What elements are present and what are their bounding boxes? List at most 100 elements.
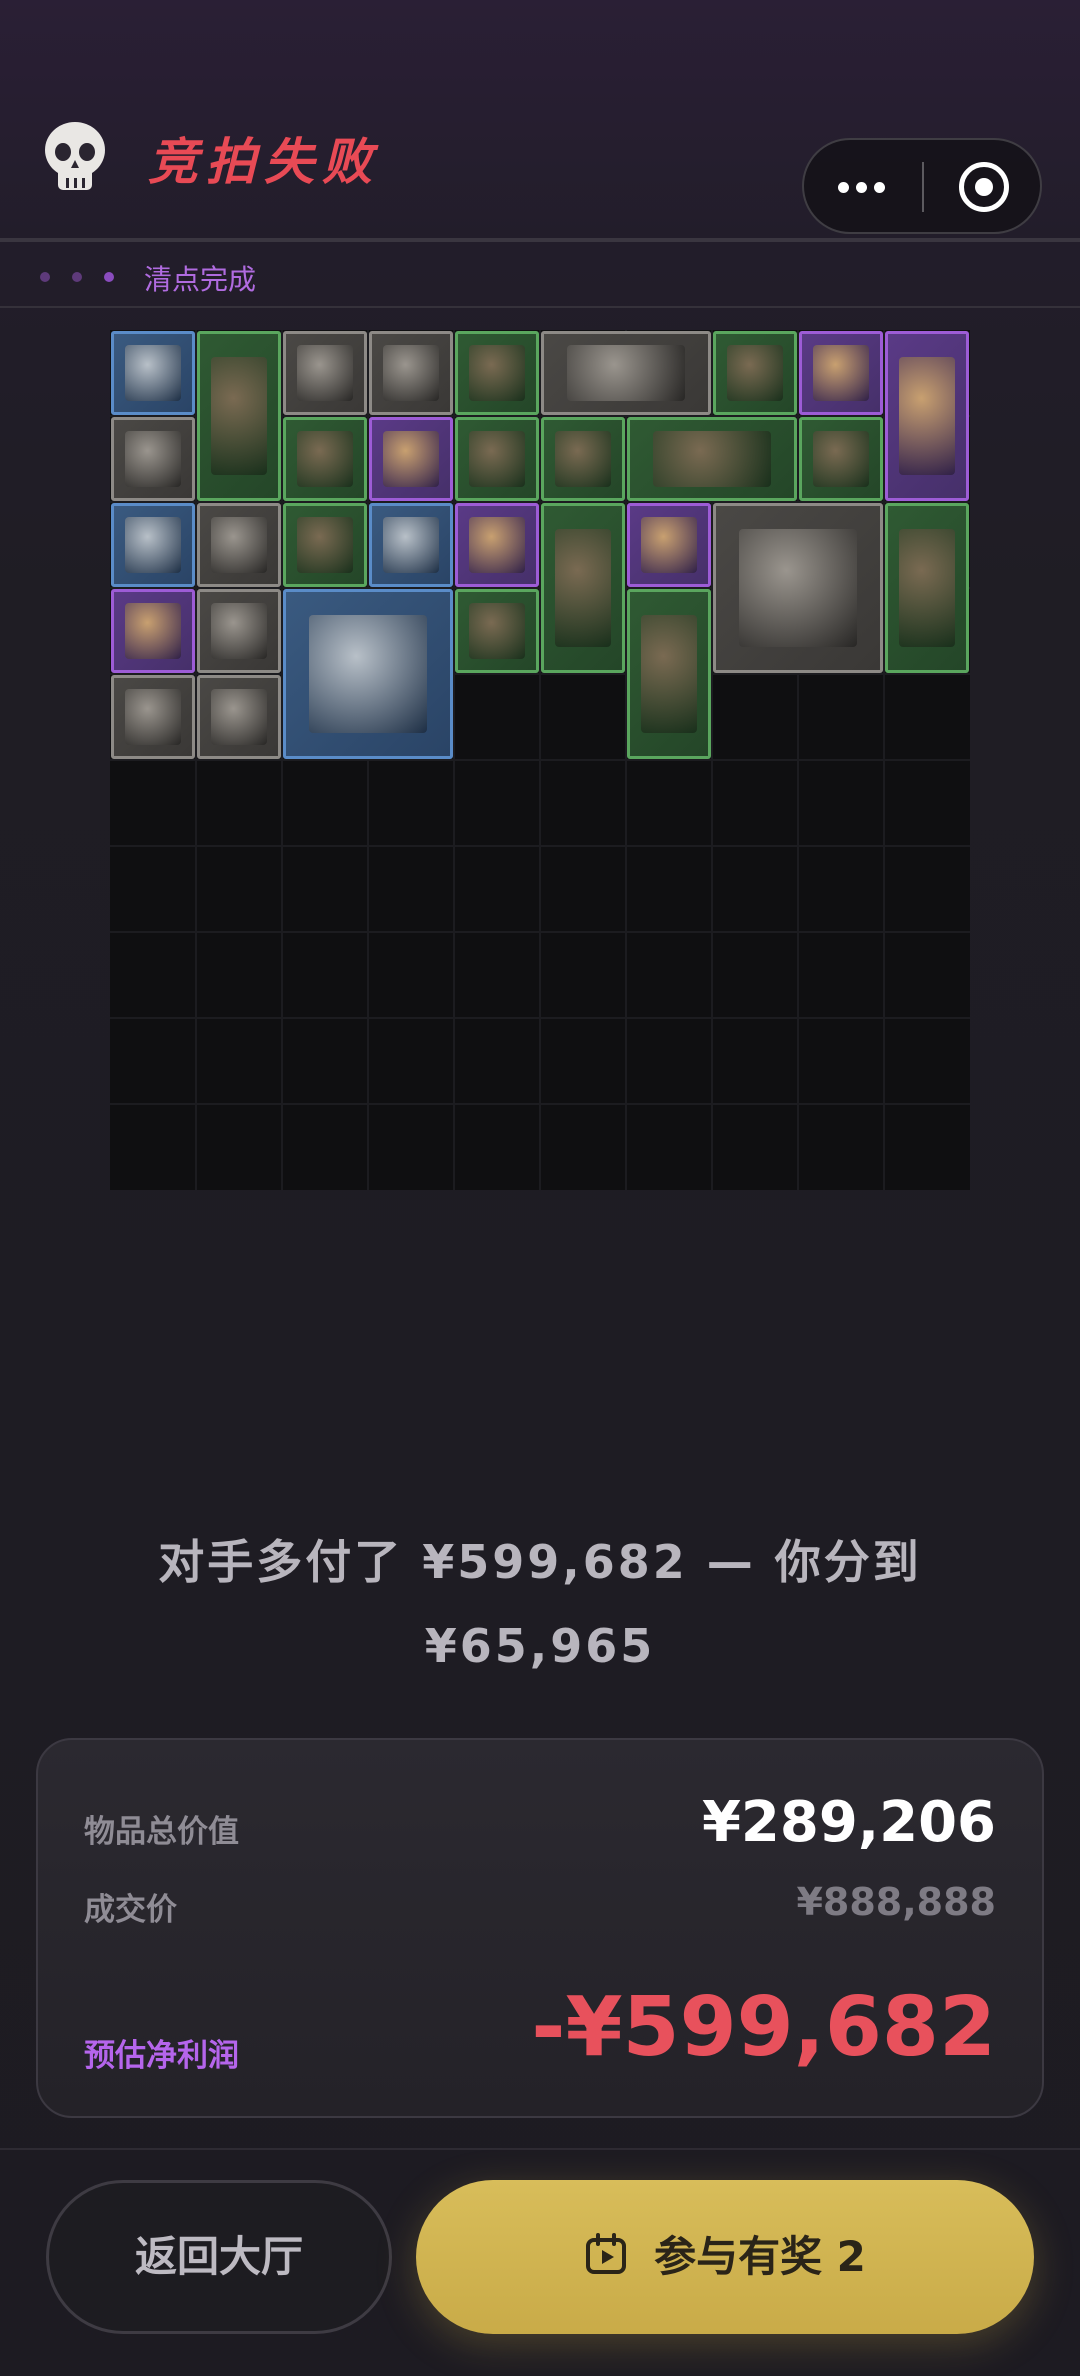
- soda-can-icon: [812, 344, 870, 402]
- magazine-icon: [308, 614, 428, 734]
- tweezers-icon: [296, 430, 354, 488]
- summary-line-2: ¥65,965: [424, 1619, 656, 1673]
- status-label: 清点完成: [144, 263, 257, 296]
- iv-bag-icon: [468, 602, 526, 660]
- inventory-item-carabiner-flashlight[interactable]: [111, 503, 195, 587]
- total-value-label: 物品总价值: [84, 1814, 239, 1850]
- inventory-item-playing-card-spades[interactable]: [197, 589, 281, 673]
- glass-tube-icon: [652, 430, 772, 488]
- capsule-divider: [922, 162, 924, 212]
- more-menu-button[interactable]: [804, 140, 922, 232]
- tweezers-icon: [554, 430, 612, 488]
- join-reward-button[interactable]: 参与有奖 2: [416, 2180, 1034, 2334]
- grid-line: [110, 759, 970, 761]
- header-divider: [0, 238, 1080, 242]
- tube-icon: [640, 516, 698, 574]
- circuit-board-icon: [812, 430, 870, 488]
- inventory-item-computer-mouse[interactable]: [111, 417, 195, 501]
- playing-card-diamonds-icon: [210, 516, 268, 574]
- inventory-item-tweezers[interactable]: [541, 417, 625, 501]
- close-target-button[interactable]: [959, 162, 1009, 212]
- inventory-item-playing-card-diamonds[interactable]: [197, 503, 281, 587]
- footer-divider: [0, 2148, 1080, 2150]
- inventory-item-newspaper[interactable]: [541, 331, 711, 415]
- inventory-item-magazine[interactable]: [283, 589, 453, 759]
- candles-box-icon: [738, 528, 858, 648]
- status-dot: [104, 272, 114, 282]
- inventory-item-metal-plate[interactable]: [369, 503, 453, 587]
- grid-line: [110, 1103, 970, 1105]
- net-profit-label: 预估净利润: [84, 2038, 239, 2074]
- coffee-jar-icon: [468, 430, 526, 488]
- inventory-item-circuit-board[interactable]: [369, 417, 453, 501]
- net-profit-value: -¥599,682: [531, 1980, 996, 2075]
- inventory-item-food-package[interactable]: [197, 675, 281, 759]
- circuit-board-icon: [382, 430, 440, 488]
- inventory-item-blade[interactable]: [455, 503, 539, 587]
- calendar-play-icon: [586, 2232, 627, 2274]
- inventory-item-coffee-bag[interactable]: [627, 589, 711, 759]
- more-dots-icon: [838, 182, 849, 193]
- inventory-item-coffee-jar[interactable]: [455, 417, 539, 501]
- old-document-icon: [382, 344, 440, 402]
- newspaper-icon: [566, 344, 686, 402]
- blade-icon: [468, 516, 526, 574]
- page: 竞拍失败 清点完成 对手多付了 ¥599,682 — 你分到 ¥65,965 物…: [0, 0, 1080, 2376]
- result-summary: 对手多付了 ¥599,682 — 你分到 ¥65,965: [60, 1520, 1020, 1688]
- inventory-item-iv-bag[interactable]: [455, 589, 539, 673]
- spray-can-icon: [898, 528, 956, 648]
- more-dots-icon: [856, 182, 867, 193]
- value-card: 物品总价值 ¥289,206 成交价 ¥888,888 预估净利润 -¥599,…: [36, 1738, 1044, 2118]
- header: 竞拍失败: [0, 0, 1080, 238]
- inventory-item-circuit-board[interactable]: [283, 503, 367, 587]
- metal-plate-icon: [382, 516, 440, 574]
- mini-program-capsule: [802, 138, 1042, 234]
- battery-icon: [468, 344, 526, 402]
- status-divider: [0, 306, 1080, 308]
- carabiner-flashlight-icon: [124, 516, 182, 574]
- coffee-bag-icon: [640, 614, 698, 734]
- deal-price-label: 成交价: [84, 1892, 177, 1928]
- burlap-sack-icon: [898, 356, 956, 476]
- inventory-grid: [110, 330, 970, 1190]
- carabiner-flashlight-icon: [124, 344, 182, 402]
- inventory-item-playing-card-clubs[interactable]: [111, 675, 195, 759]
- skull-icon: [45, 122, 105, 190]
- status-dot: [40, 272, 50, 282]
- inventory-item-circuit-board[interactable]: [799, 417, 883, 501]
- inventory-item-iv-bag[interactable]: [713, 331, 797, 415]
- inventory-item-playing-card-hearts[interactable]: [283, 331, 367, 415]
- page-title: 竞拍失败: [148, 132, 380, 191]
- grid-line: [110, 1017, 970, 1019]
- grid-line: [110, 931, 970, 933]
- circuit-board-icon: [124, 602, 182, 660]
- inventory-item-soda-can[interactable]: [799, 331, 883, 415]
- inventory-item-burlap-sack[interactable]: [885, 331, 969, 501]
- playing-card-hearts-icon: [296, 344, 354, 402]
- join-reward-label: 参与有奖 2: [654, 2232, 866, 2281]
- inventory-item-tweezers[interactable]: [283, 417, 367, 501]
- deal-price-value: ¥888,888: [796, 1880, 996, 1924]
- inventory-item-tube[interactable]: [627, 503, 711, 587]
- summary-line-1: 对手多付了 ¥599,682 — 你分到: [158, 1535, 922, 1589]
- inventory-item-battery[interactable]: [455, 331, 539, 415]
- iv-bag-icon: [726, 344, 784, 402]
- inventory-item-spray-can[interactable]: [885, 503, 969, 673]
- more-dots-icon: [874, 182, 885, 193]
- total-value: ¥289,206: [701, 1790, 996, 1855]
- inventory-item-circuit-board[interactable]: [111, 589, 195, 673]
- grid-line: [110, 845, 970, 847]
- inventory-item-old-document[interactable]: [369, 331, 453, 415]
- inventory-item-carabiner-flashlight[interactable]: [111, 331, 195, 415]
- playing-card-spades-icon: [210, 602, 268, 660]
- back-to-lobby-button[interactable]: 返回大厅: [46, 2180, 392, 2334]
- computer-mouse-icon: [124, 430, 182, 488]
- inventory-item-candles-box[interactable]: [713, 503, 883, 673]
- inventory-item-spray-can[interactable]: [541, 503, 625, 673]
- food-package-icon: [210, 688, 268, 746]
- playing-card-clubs-icon: [124, 688, 182, 746]
- inventory-item-djembe-drum[interactable]: [197, 331, 281, 501]
- spray-can-icon: [554, 528, 612, 648]
- djembe-drum-icon: [210, 356, 268, 476]
- inventory-item-glass-tube[interactable]: [627, 417, 797, 501]
